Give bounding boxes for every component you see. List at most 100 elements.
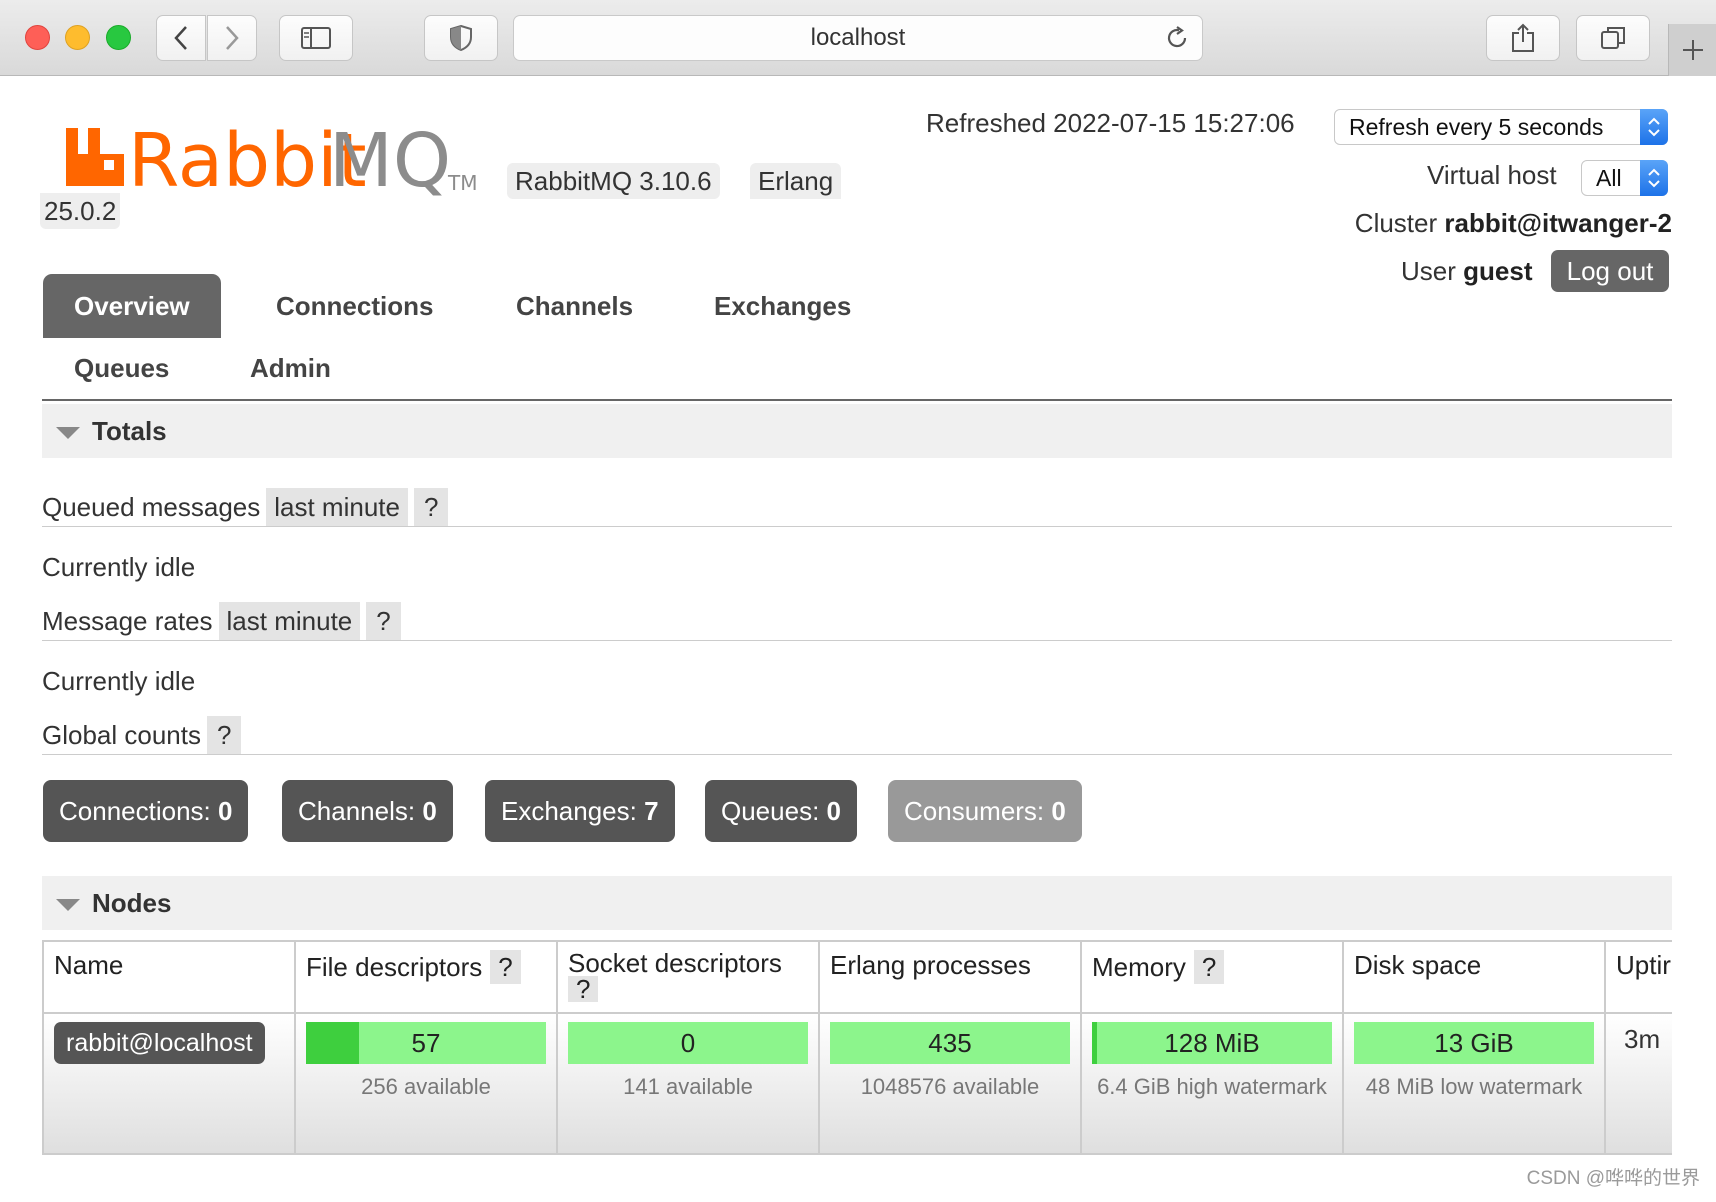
totals-section-toggle[interactable]: Totals <box>42 404 1672 458</box>
share-icon <box>1512 23 1534 52</box>
logout-button[interactable]: Log out <box>1551 250 1669 292</box>
socket-descriptors-help-button[interactable]: ? <box>568 976 599 1002</box>
plus-icon <box>1682 40 1703 60</box>
uptime-value: 3m <box>1624 1024 1661 1054</box>
tab-overview-button[interactable] <box>1576 15 1650 61</box>
header-label: File descriptors <box>306 952 483 982</box>
disk-space-value: 13 GiB <box>1434 1028 1514 1058</box>
socket-descriptors-available: 141 available <box>623 1074 753 1099</box>
table-header: File descriptors? <box>296 942 556 1014</box>
user-info: User guest <box>1401 256 1532 287</box>
tab-admin[interactable]: Admin <box>219 336 362 400</box>
virtual-host-select[interactable]: All <box>1581 160 1668 196</box>
count-value: 0 <box>218 796 233 826</box>
tab-queues[interactable]: Queues <box>43 336 200 400</box>
chevron-left-icon <box>174 26 187 50</box>
erlang-label-badge: Erlang <box>750 163 842 199</box>
exchanges-count-button[interactable]: Exchanges: 7 <box>485 780 675 842</box>
file-descriptors-value: 57 <box>411 1028 441 1058</box>
rates-range-toggle[interactable]: last minute <box>218 602 361 640</box>
window-zoom-button[interactable] <box>106 25 131 50</box>
table-cell: 128 MiB 6.4 GiB high watermark <box>1082 1014 1342 1153</box>
message-rates-label: Message rates <box>42 606 213 636</box>
queued-range-toggle[interactable]: last minute <box>266 488 408 526</box>
count-value: 0 <box>826 796 841 826</box>
global-counts-help-button[interactable]: ? <box>206 716 242 754</box>
totals-title: Totals <box>92 416 167 446</box>
refresh-interval-select[interactable]: Refresh every 5 seconds <box>1334 109 1668 145</box>
global-counts-row: Global counts? <box>42 716 242 754</box>
message-rates-row: Message rates last minute? <box>42 602 401 640</box>
table-header: Socket descriptors? <box>558 942 818 1014</box>
svg-text:MQ: MQ <box>329 118 451 198</box>
usage-fill <box>1092 1022 1097 1064</box>
reload-icon[interactable] <box>1164 25 1190 51</box>
table-header: Erlang processes <box>820 942 1080 1014</box>
column-disk-space: Disk space 13 GiB 48 MiB low watermark <box>1344 942 1606 1153</box>
channels-count-button[interactable]: Channels: 0 <box>282 780 453 842</box>
column-uptime: Uptir 3m <box>1606 942 1672 1153</box>
privacy-shield-button[interactable] <box>424 15 498 61</box>
sidebar-icon <box>301 27 331 49</box>
table-cell: 57 256 available <box>296 1014 556 1153</box>
global-counts-label: Global counts <box>42 720 201 750</box>
refreshed-timestamp: Refreshed 2022-07-15 15:27:06 <box>926 108 1295 138</box>
cluster-info: Cluster rabbit@itwanger-2 <box>1355 208 1672 239</box>
watermark-text: CSDN @哗哗的世界 <box>1526 1168 1700 1189</box>
url-text: localhost <box>810 24 906 51</box>
collapse-triangle-icon <box>56 899 80 911</box>
file-descriptors-help-button[interactable]: ? <box>490 950 521 984</box>
window-close-button[interactable] <box>25 25 50 50</box>
queues-count-button[interactable]: Queues: 0 <box>705 780 857 842</box>
tab-overview[interactable]: Overview <box>43 274 221 338</box>
header-label: Uptir <box>1616 950 1671 980</box>
sidebar-toggle-button[interactable] <box>279 15 353 61</box>
queued-idle-text: Currently idle <box>42 552 196 582</box>
count-value: 7 <box>644 796 659 826</box>
divider <box>42 754 1672 755</box>
tab-channels[interactable]: Channels <box>485 274 664 338</box>
nodes-section-toggle[interactable]: Nodes <box>42 876 1672 930</box>
nav-divider <box>42 399 1672 401</box>
header-label: Name <box>54 950 124 980</box>
socket-descriptors-bar: 0 <box>568 1022 808 1064</box>
erlang-processes-bar: 435 <box>830 1022 1070 1064</box>
header-label: Socket descriptors <box>568 948 782 978</box>
refresh-interval-value: Refresh every 5 seconds <box>1349 114 1604 140</box>
tab-exchanges[interactable]: Exchanges <box>683 274 882 338</box>
count-label: Exchanges: <box>501 796 637 826</box>
rabbitmq-version-badge: RabbitMQ 3.10.6 <box>507 163 720 199</box>
virtual-host-value: All <box>1596 165 1622 191</box>
share-button[interactable] <box>1486 15 1560 61</box>
shield-icon <box>450 25 472 51</box>
user-name: guest <box>1463 256 1533 286</box>
count-value: 0 <box>422 796 437 826</box>
address-bar[interactable]: localhost <box>513 15 1203 61</box>
new-tab-button[interactable] <box>1668 24 1716 76</box>
table-header: Uptir <box>1606 942 1672 1014</box>
consumers-count-badge: Consumers: 0 <box>888 780 1082 842</box>
connections-count-button[interactable]: Connections: 0 <box>43 780 249 842</box>
count-value: 0 <box>1051 796 1066 826</box>
rates-help-button[interactable]: ? <box>366 602 401 640</box>
rates-idle-text: Currently idle <box>42 666 196 696</box>
collapse-triangle-icon <box>56 427 80 439</box>
window-minimize-button[interactable] <box>65 25 90 50</box>
queued-help-button[interactable]: ? <box>413 488 449 526</box>
usage-fill <box>306 1022 359 1064</box>
table-cell: 3m <box>1606 1014 1672 1153</box>
select-arrows-icon <box>1640 109 1668 145</box>
header-label: Memory <box>1092 952 1186 982</box>
node-name-link[interactable]: rabbit@localhost <box>54 1022 265 1064</box>
memory-help-button[interactable]: ? <box>1193 950 1225 984</box>
tab-connections[interactable]: Connections <box>245 274 464 338</box>
back-button[interactable] <box>156 15 206 61</box>
file-descriptors-bar: 57 <box>306 1022 546 1064</box>
cluster-label: Cluster <box>1354 208 1438 238</box>
table-header: Disk space <box>1344 942 1604 1014</box>
queued-messages-label: Queued messages <box>42 492 261 522</box>
forward-button[interactable] <box>207 15 257 61</box>
memory-watermark: 6.4 GiB high watermark <box>1097 1074 1327 1099</box>
table-cell: 435 1048576 available <box>820 1014 1080 1153</box>
virtual-host-label: Virtual host <box>1427 160 1557 190</box>
